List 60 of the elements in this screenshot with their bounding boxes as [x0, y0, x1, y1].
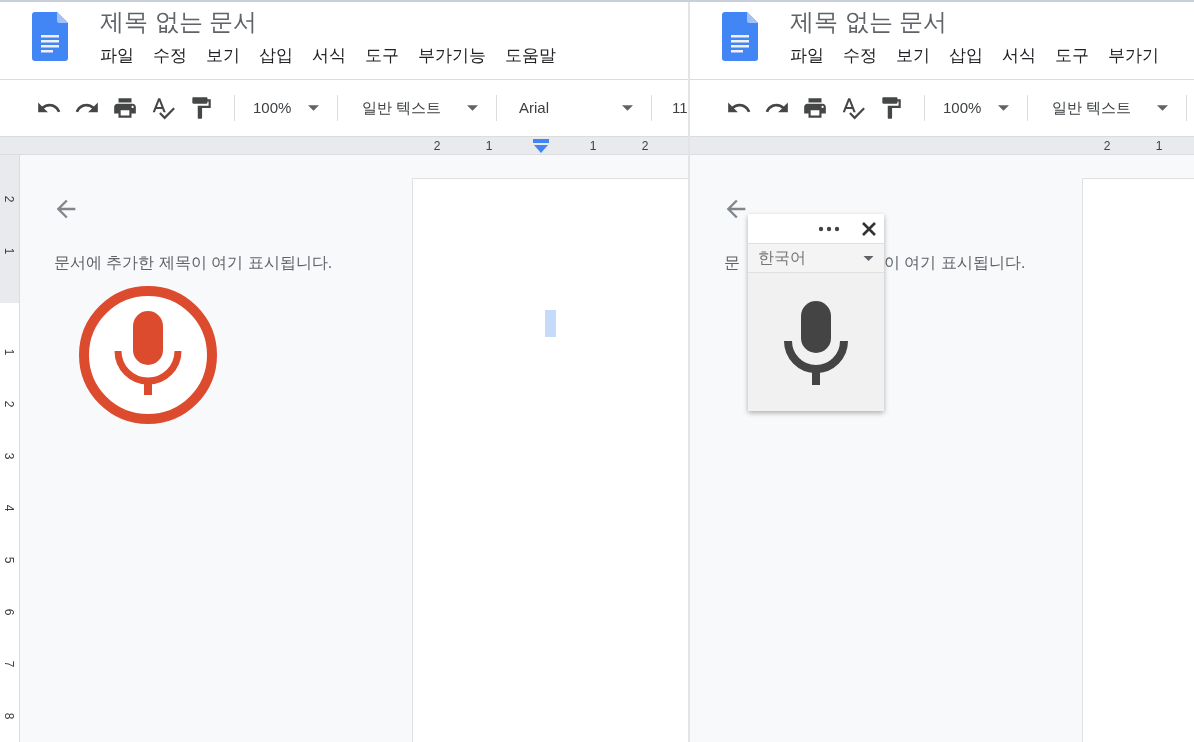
outline-text: 문서에 추가한 제목이 여기 표시됩니다.	[54, 253, 333, 273]
ruler-number: 7	[2, 660, 17, 668]
menu-item[interactable]: 보기	[888, 44, 938, 68]
menu-item[interactable]: 파일	[782, 44, 832, 68]
menu-item[interactable]: 수정	[145, 44, 195, 68]
menu-item[interactable]: 도구	[357, 44, 407, 68]
ruler-number: 5	[2, 556, 17, 564]
ruler-number: 1	[485, 138, 493, 153]
ruler-number: 6	[2, 608, 17, 616]
menu-item[interactable]: 삽입	[941, 44, 991, 68]
ruler-number: 1	[2, 247, 17, 255]
spellcheck-icon[interactable]	[150, 95, 176, 121]
menu-item[interactable]: 보기	[198, 44, 248, 68]
ruler-number: 1	[2, 348, 17, 356]
ruler-number: 2	[433, 138, 441, 153]
menu-item[interactable]: 서식	[994, 44, 1044, 68]
outline-text: 문	[724, 253, 740, 273]
close-icon[interactable]	[862, 221, 876, 236]
ruler-number: 8	[2, 712, 17, 720]
menu-item[interactable]: 부가기	[1100, 44, 1167, 68]
outline-text: 이 여기 표시됩니다.	[884, 253, 1026, 273]
document-title[interactable]: 제목 없는 문서	[100, 4, 258, 40]
caret-icon	[1157, 105, 1168, 111]
style-dropdown[interactable]: 일반 텍스트	[1036, 93, 1178, 123]
document-logo-icon[interactable]	[32, 12, 68, 61]
zoom-dropdown[interactable]: 100%	[933, 93, 1019, 123]
font-dropdown[interactable]: Arial	[505, 93, 643, 123]
ruler-number: 2	[2, 400, 17, 408]
microphone-button[interactable]	[78, 285, 218, 425]
caret-icon	[863, 255, 874, 261]
more-icon[interactable]	[818, 225, 840, 232]
ruler-number: 2	[1103, 138, 1111, 153]
spellcheck-icon[interactable]	[840, 95, 866, 121]
menu-item[interactable]: 서식	[304, 44, 354, 68]
caret-icon	[998, 105, 1009, 111]
print-icon[interactable]	[112, 95, 138, 121]
menu-item[interactable]: 수정	[835, 44, 885, 68]
ruler-number: 4	[2, 504, 17, 512]
ruler-number: 3	[2, 452, 17, 460]
style-dropdown[interactable]: 일반 텍스트	[346, 93, 488, 123]
document-logo-icon[interactable]	[722, 12, 758, 61]
menu-item[interactable]: 도움말	[497, 44, 564, 68]
caret-icon	[467, 105, 478, 111]
print-icon[interactable]	[802, 95, 828, 121]
caret-icon	[622, 105, 633, 111]
menu-item[interactable]: 부가기능	[410, 44, 494, 68]
zoom-dropdown[interactable]: 100%	[243, 93, 329, 123]
language-dropdown[interactable]: 한국어	[748, 243, 884, 273]
indent-marker-icon[interactable]	[533, 138, 549, 153]
ruler-number: 1	[1155, 138, 1163, 153]
menu-item[interactable]: 도구	[1047, 44, 1097, 68]
font-size-field[interactable]: 11	[672, 96, 688, 120]
ruler-number: 1	[589, 138, 597, 153]
document-title[interactable]: 제목 없는 문서	[790, 4, 948, 40]
menu-item[interactable]: 파일	[92, 44, 142, 68]
microphone-icon[interactable]	[784, 301, 848, 385]
ruler-number: 2	[641, 138, 649, 153]
menu-item[interactable]: 삽입	[251, 44, 301, 68]
ruler-number: 2	[2, 195, 17, 203]
caret-icon	[308, 105, 319, 111]
